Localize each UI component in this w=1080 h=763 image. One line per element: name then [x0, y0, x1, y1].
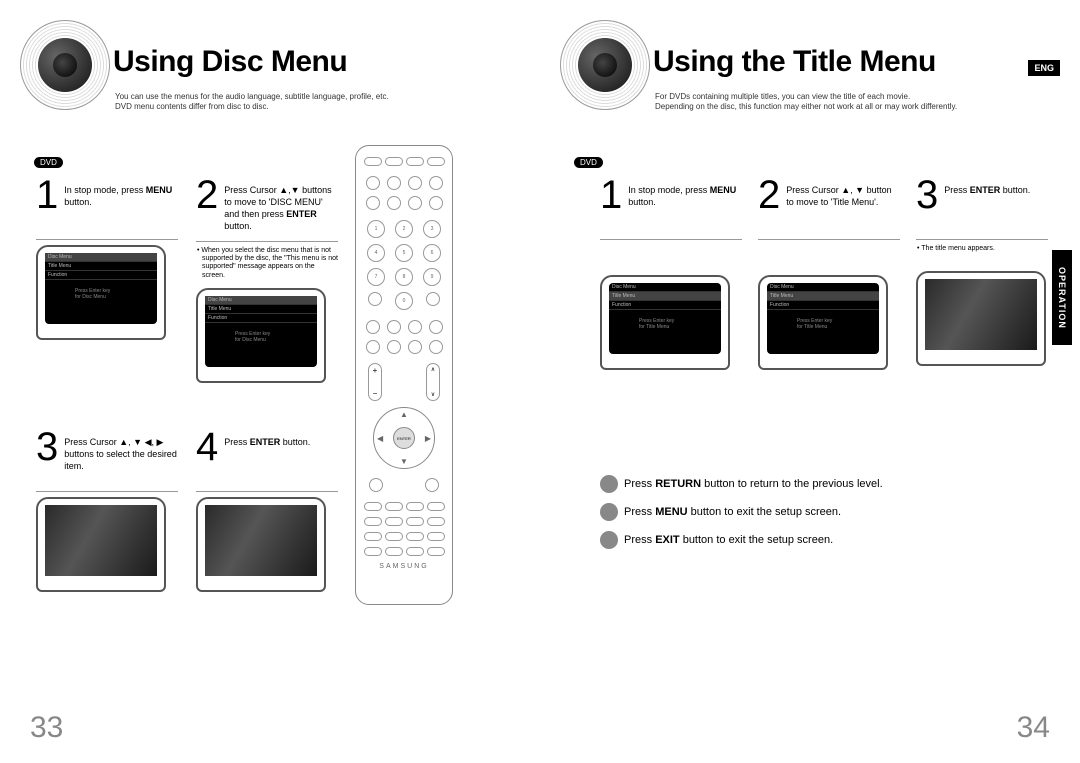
- step-text: Press Cursor ▲, ▼ ◀, ▶ buttons to select…: [64, 430, 178, 472]
- step-number: 3: [36, 430, 58, 464]
- bullet-icon: [600, 531, 618, 549]
- step-1: 1 In stop mode, press MENU button. Disc …: [600, 178, 742, 370]
- dvd-badge: DVD: [574, 157, 603, 168]
- bullet-icon: [600, 475, 618, 493]
- step-text: Press Cursor ▲, ▼ button to move to 'Tit…: [786, 178, 900, 208]
- page-34: Using the Title Menu For DVDs containing…: [540, 0, 1080, 763]
- step-number: 2: [758, 178, 780, 212]
- step-number: 2: [196, 178, 218, 212]
- tv-screen: [36, 497, 166, 592]
- step-number: 1: [600, 178, 622, 212]
- step-text: Press ENTER button.: [944, 178, 1030, 196]
- step-note: • The title menu appears.: [916, 245, 1048, 253]
- page-number: 34: [1017, 711, 1050, 745]
- step-text: In stop mode, press MENU button.: [628, 178, 742, 208]
- bullet-text: Press RETURN button to return to the pre…: [624, 478, 883, 490]
- instruction-bullets: Press RETURN button to return to the pre…: [600, 465, 1040, 559]
- page-33: Using Disc Menu You can use the menus fo…: [0, 0, 540, 763]
- step-number: 3: [916, 178, 938, 212]
- tv-screen: [916, 271, 1046, 366]
- bullet-text: Press EXIT button to exit the setup scre…: [624, 534, 833, 546]
- step-note: • When you select the disc menu that is …: [196, 247, 338, 281]
- operation-tab: OPERATION: [1052, 250, 1072, 345]
- page-title-right: Using the Title Menu: [653, 45, 936, 79]
- step-2: 2 Press Cursor ▲,▼ buttons to move to 'D…: [196, 178, 338, 383]
- page-title-left: Using Disc Menu: [113, 45, 347, 79]
- bullet-exit: Press EXIT button to exit the setup scre…: [600, 531, 1040, 549]
- remote-brand: SAMSUNG: [356, 563, 452, 570]
- tv-screen: Disc Menu Title Menu Function Press Ente…: [758, 275, 888, 370]
- page-number: 33: [30, 711, 63, 745]
- page-subtitle-right: For DVDs containing multiple titles, you…: [655, 92, 1050, 113]
- bullet-text: Press MENU button to exit the setup scre…: [624, 506, 841, 518]
- step-number: 4: [196, 430, 218, 464]
- dpad: ENTER ▲ ▼ ◀ ▶: [373, 407, 435, 469]
- speaker-icon: [560, 20, 650, 110]
- dvd-badge: DVD: [34, 157, 63, 168]
- enter-button: ENTER: [393, 427, 415, 449]
- bullet-return: Press RETURN button to return to the pre…: [600, 475, 1040, 493]
- step-1: 1 In stop mode, press MENU button. Disc …: [36, 178, 178, 340]
- bullet-icon: [600, 503, 618, 521]
- tv-screen: Disc Menu Title Menu Function Press Ente…: [36, 245, 166, 340]
- tv-screen: [196, 497, 326, 592]
- tv-screen: Disc Menu Title Menu Function Press Ente…: [196, 288, 326, 383]
- step-4: 4 Press ENTER button.: [196, 430, 338, 592]
- step-text: In stop mode, press MENU button.: [64, 178, 178, 208]
- page-subtitle-left: You can use the menus for the audio lang…: [115, 92, 510, 113]
- bullet-menu: Press MENU button to exit the setup scre…: [600, 503, 1040, 521]
- step-3: 3 Press ENTER button. • The title menu a…: [916, 178, 1048, 366]
- step-2: 2 Press Cursor ▲, ▼ button to move to 'T…: [758, 178, 900, 370]
- step-text: Press Cursor ▲,▼ buttons to move to 'DIS…: [224, 178, 338, 233]
- speaker-icon: [20, 20, 110, 110]
- remote-control: 123 456 789 0 +− ∧∨ ENTER ▲ ▼ ◀ ▶ SAMSUN…: [355, 145, 453, 605]
- tv-screen: Disc Menu Title Menu Function Press Ente…: [600, 275, 730, 370]
- step-3: 3 Press Cursor ▲, ▼ ◀, ▶ buttons to sele…: [36, 430, 178, 592]
- lang-badge: ENG: [1028, 60, 1060, 76]
- step-number: 1: [36, 178, 58, 212]
- step-text: Press ENTER button.: [224, 430, 310, 448]
